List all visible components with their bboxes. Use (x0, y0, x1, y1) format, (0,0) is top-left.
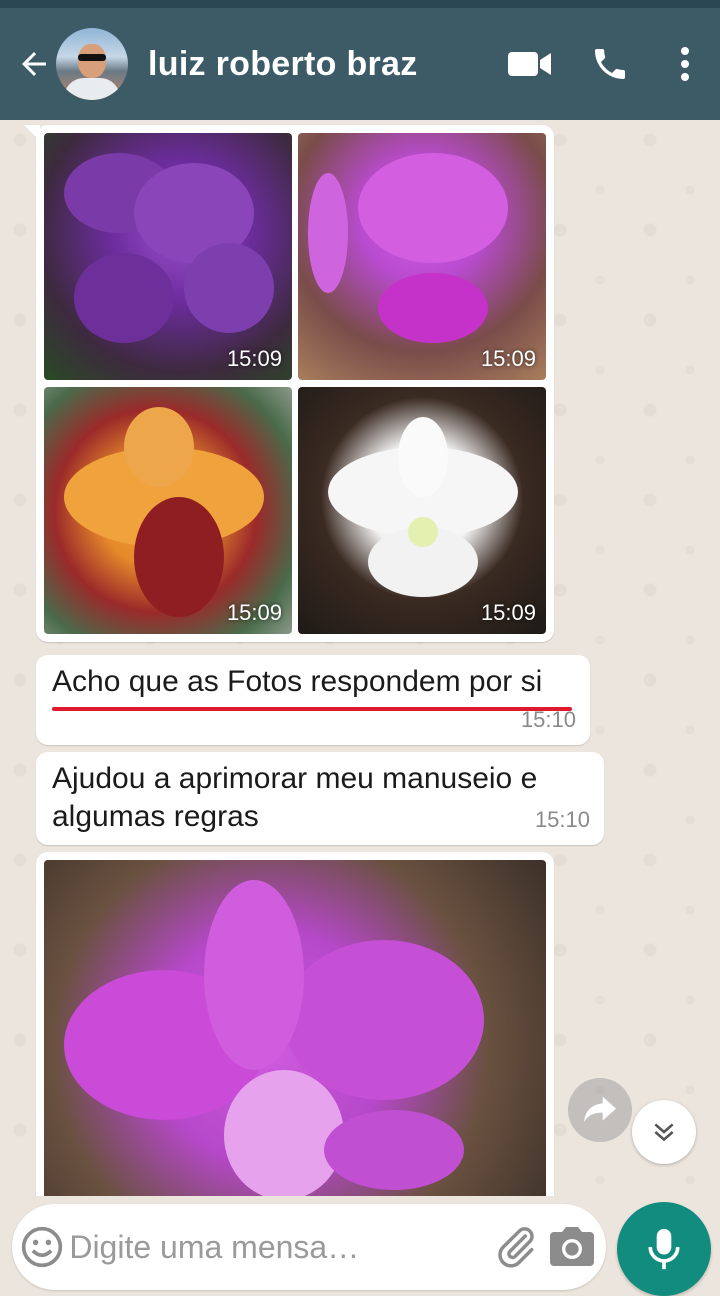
photo-bubble[interactable] (36, 852, 554, 1196)
photo-time: 15:09 (226, 346, 282, 371)
message-time: 15:10 (520, 707, 576, 732)
photo-time: 15:09 (226, 600, 282, 625)
camera-button[interactable] (545, 1204, 600, 1290)
photo-album-bubble: 15:09 15:09 15:09 15:09 (24, 125, 554, 642)
status-bar (0, 0, 720, 8)
message-time: 15:10 (534, 807, 590, 832)
message-text-line-1: Ajudou a aprimorar meu manuseio e (52, 762, 538, 795)
voice-message-button[interactable] (617, 1202, 711, 1296)
album-photo-2[interactable]: 15:09 (298, 133, 546, 380)
message-bubble[interactable]: Acho que as Fotos respondem por si 15:10 (36, 655, 590, 745)
emoji-icon (21, 1226, 62, 1268)
video-call-icon (508, 52, 551, 76)
back-arrow-icon (22, 52, 46, 76)
album-photo-3[interactable]: 15:09 (44, 387, 292, 634)
avatar[interactable] (56, 28, 128, 100)
message-bubble[interactable]: Ajudou a aprimorar meu manuseio e alguma… (36, 752, 604, 845)
scroll-down-button[interactable] (632, 1100, 696, 1164)
highlight-underline (52, 707, 572, 711)
chat-header: luiz roberto braz (0, 8, 720, 120)
double-chevron-down-icon (654, 1123, 674, 1142)
album-photo-1[interactable]: 15:09 (44, 133, 292, 380)
message-text: Acho que as Fotos respondem por si (52, 665, 543, 698)
message-input[interactable] (69, 1228, 490, 1266)
menu-button[interactable] (650, 8, 720, 120)
photo-time: 15:09 (480, 600, 536, 625)
forward-icon (584, 1096, 616, 1122)
message-text-line-2: algumas regras (52, 800, 259, 833)
mic-icon (648, 1228, 680, 1270)
chat-area[interactable]: 15:09 15:09 15:09 15:09 Acho que as Foto… (0, 120, 720, 1196)
emoji-button[interactable] (14, 1204, 69, 1290)
paperclip-icon (498, 1227, 534, 1268)
contact-name[interactable]: luiz roberto braz (148, 45, 490, 84)
back-button[interactable] (8, 8, 60, 120)
more-vertical-icon (681, 47, 689, 81)
photo-time: 15:09 (480, 346, 536, 371)
voice-call-button[interactable] (570, 8, 650, 120)
video-call-button[interactable] (490, 8, 570, 120)
forward-button[interactable] (568, 1078, 632, 1142)
camera-icon (550, 1227, 595, 1266)
photo-image[interactable] (44, 860, 546, 1196)
attach-button[interactable] (489, 1204, 544, 1290)
message-composer (12, 1204, 606, 1290)
album-photo-4[interactable]: 15:09 (298, 387, 546, 634)
phone-icon (595, 49, 625, 79)
